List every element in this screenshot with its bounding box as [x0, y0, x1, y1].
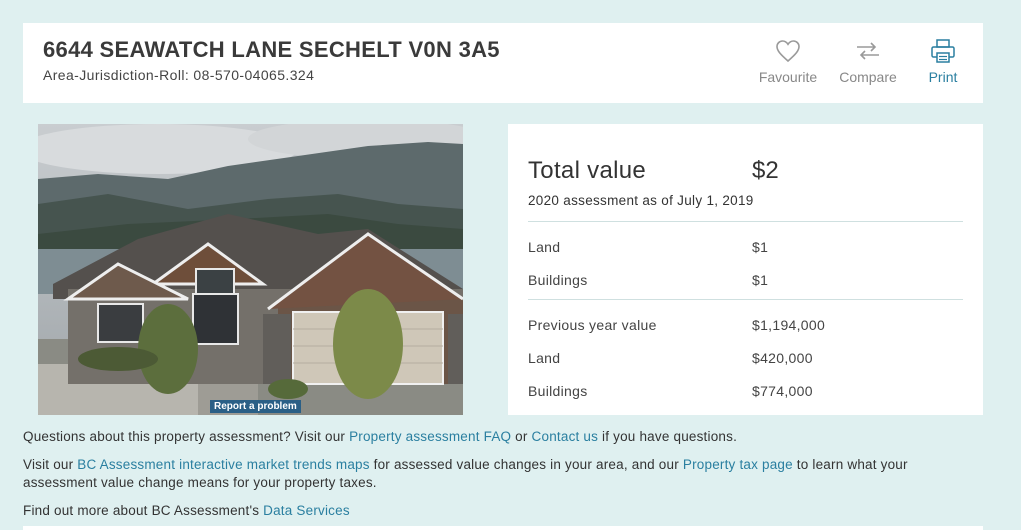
favourite-label: Favourite	[758, 69, 818, 85]
land-value: $1	[752, 239, 769, 255]
previous-land-label: Land	[528, 350, 561, 366]
divider	[528, 221, 963, 222]
market-trends-maps-link[interactable]: BC Assessment interactive market trends …	[77, 457, 369, 472]
property-address: 6644 SEAWATCH LANE SECHELT V0N 3A5	[43, 37, 500, 62]
total-value-label: Total value	[528, 157, 647, 184]
data-services-info: Find out more about BC Assessment's Data…	[23, 502, 973, 520]
house-image	[38, 124, 463, 415]
data-services-link[interactable]: Data Services	[263, 503, 350, 518]
previous-year-label: Previous year value	[528, 317, 657, 333]
total-value-amount: $2	[752, 157, 779, 184]
info-text: Find out more about BC Assessment's	[23, 503, 264, 518]
heart-icon	[776, 40, 800, 63]
previous-year-value: $1,194,000	[752, 317, 826, 333]
buildings-label: Buildings	[528, 272, 588, 288]
assessment-date: 2020 assessment as of July 1, 2019	[528, 193, 754, 208]
previous-buildings-label: Buildings	[528, 383, 588, 399]
info-text: Visit our	[23, 457, 78, 472]
market-trends-info: Visit our BC Assessment interactive mark…	[23, 456, 973, 492]
info-text: Questions about this property assessment…	[23, 429, 350, 444]
compare-button[interactable]: Compare	[833, 37, 903, 85]
buildings-value: $1	[752, 272, 769, 288]
favourite-button[interactable]: Favourite	[753, 37, 823, 85]
print-button[interactable]: Print	[918, 37, 968, 85]
divider	[528, 299, 963, 300]
property-header: 6644 SEAWATCH LANE SECHELT V0N 3A5 Area-…	[23, 23, 983, 103]
previous-buildings-value: $774,000	[752, 383, 813, 399]
next-section-edge	[23, 526, 983, 530]
print-label: Print	[928, 69, 958, 85]
faq-info: Questions about this property assessment…	[23, 428, 973, 446]
property-photo: Report a problem	[38, 124, 463, 415]
compare-label: Compare	[839, 69, 897, 85]
contact-us-link[interactable]: Contact us	[532, 429, 599, 444]
report-problem-button[interactable]: Report a problem	[210, 400, 301, 413]
faq-link[interactable]: Property assessment FAQ	[349, 429, 511, 444]
roll-number: Area-Jurisdiction-Roll: 08-570-04065.324	[43, 67, 315, 83]
printer-icon	[931, 39, 955, 63]
previous-land-value: $420,000	[752, 350, 813, 366]
info-text: if you have questions.	[598, 429, 738, 444]
info-text: for assessed value changes in your area,…	[369, 457, 683, 472]
assessment-values-card: Total value $2 2020 assessment as of Jul…	[508, 124, 983, 415]
property-tax-page-link[interactable]: Property tax page	[683, 457, 793, 472]
compare-icon	[857, 42, 879, 60]
land-label: Land	[528, 239, 561, 255]
info-text: or	[511, 429, 532, 444]
